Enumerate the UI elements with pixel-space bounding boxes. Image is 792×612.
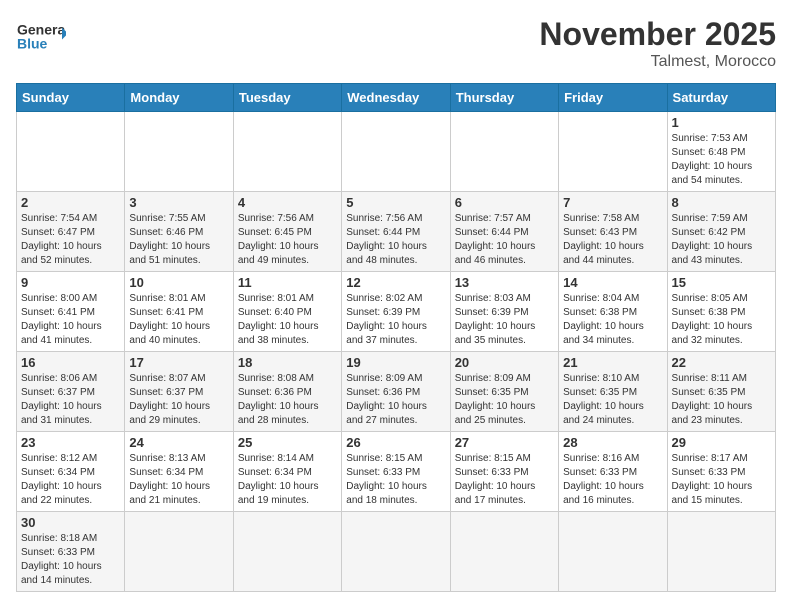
day-16: 16 Sunrise: 8:06 AM Sunset: 6:37 PM Dayl… <box>17 352 125 432</box>
day-empty-last-2 <box>233 512 341 592</box>
day-8: 8 Sunrise: 7:59 AM Sunset: 6:42 PM Dayli… <box>667 192 775 272</box>
svg-text:Blue: Blue <box>17 36 48 52</box>
location-subtitle: Talmest, Morocco <box>539 53 776 71</box>
logo-svg: General Blue <box>16 16 66 61</box>
day-11: 11 Sunrise: 8:01 AM Sunset: 6:40 PM Dayl… <box>233 272 341 352</box>
day-9: 9 Sunrise: 8:00 AM Sunset: 6:41 PM Dayli… <box>17 272 125 352</box>
day-25: 25 Sunrise: 8:14 AM Sunset: 6:34 PM Dayl… <box>233 432 341 512</box>
day-empty-2 <box>125 112 233 192</box>
day-empty-3 <box>233 112 341 192</box>
header-friday: Friday <box>559 84 667 112</box>
header-tuesday: Tuesday <box>233 84 341 112</box>
day-24: 24 Sunrise: 8:13 AM Sunset: 6:34 PM Dayl… <box>125 432 233 512</box>
calendar-table: Sunday Monday Tuesday Wednesday Thursday… <box>16 83 776 592</box>
day-2: 2 Sunrise: 7:54 AM Sunset: 6:47 PM Dayli… <box>17 192 125 272</box>
day-empty-last-4 <box>450 512 558 592</box>
day-21: 21 Sunrise: 8:10 AM Sunset: 6:35 PM Dayl… <box>559 352 667 432</box>
day-23: 23 Sunrise: 8:12 AM Sunset: 6:34 PM Dayl… <box>17 432 125 512</box>
calendar-week-6: 30 Sunrise: 8:18 AM Sunset: 6:33 PM Dayl… <box>17 512 776 592</box>
day-22: 22 Sunrise: 8:11 AM Sunset: 6:35 PM Dayl… <box>667 352 775 432</box>
day-empty-5 <box>450 112 558 192</box>
day-27: 27 Sunrise: 8:15 AM Sunset: 6:33 PM Dayl… <box>450 432 558 512</box>
day-empty-last-3 <box>342 512 450 592</box>
calendar-week-4: 16 Sunrise: 8:06 AM Sunset: 6:37 PM Dayl… <box>17 352 776 432</box>
day-7: 7 Sunrise: 7:58 AM Sunset: 6:43 PM Dayli… <box>559 192 667 272</box>
day-3: 3 Sunrise: 7:55 AM Sunset: 6:46 PM Dayli… <box>125 192 233 272</box>
day-4: 4 Sunrise: 7:56 AM Sunset: 6:45 PM Dayli… <box>233 192 341 272</box>
day-30: 30 Sunrise: 8:18 AM Sunset: 6:33 PM Dayl… <box>17 512 125 592</box>
calendar-week-2: 2 Sunrise: 7:54 AM Sunset: 6:47 PM Dayli… <box>17 192 776 272</box>
day-6: 6 Sunrise: 7:57 AM Sunset: 6:44 PM Dayli… <box>450 192 558 272</box>
day-10: 10 Sunrise: 8:01 AM Sunset: 6:41 PM Dayl… <box>125 272 233 352</box>
header-thursday: Thursday <box>450 84 558 112</box>
day-18: 18 Sunrise: 8:08 AM Sunset: 6:36 PM Dayl… <box>233 352 341 432</box>
header-wednesday: Wednesday <box>342 84 450 112</box>
day-12: 12 Sunrise: 8:02 AM Sunset: 6:39 PM Dayl… <box>342 272 450 352</box>
day-empty-6 <box>559 112 667 192</box>
day-17: 17 Sunrise: 8:07 AM Sunset: 6:37 PM Dayl… <box>125 352 233 432</box>
day-empty-last-5 <box>559 512 667 592</box>
header-sunday: Sunday <box>17 84 125 112</box>
day-19: 19 Sunrise: 8:09 AM Sunset: 6:36 PM Dayl… <box>342 352 450 432</box>
calendar-week-3: 9 Sunrise: 8:00 AM Sunset: 6:41 PM Dayli… <box>17 272 776 352</box>
day-14: 14 Sunrise: 8:04 AM Sunset: 6:38 PM Dayl… <box>559 272 667 352</box>
calendar-week-5: 23 Sunrise: 8:12 AM Sunset: 6:34 PM Dayl… <box>17 432 776 512</box>
day-empty-1 <box>17 112 125 192</box>
month-title: November 2025 <box>539 16 776 53</box>
weekday-header-row: Sunday Monday Tuesday Wednesday Thursday… <box>17 84 776 112</box>
day-20: 20 Sunrise: 8:09 AM Sunset: 6:35 PM Dayl… <box>450 352 558 432</box>
header-saturday: Saturday <box>667 84 775 112</box>
day-1: 1 Sunrise: 7:53 AM Sunset: 6:48 PM Dayli… <box>667 112 775 192</box>
day-28: 28 Sunrise: 8:16 AM Sunset: 6:33 PM Dayl… <box>559 432 667 512</box>
day-29: 29 Sunrise: 8:17 AM Sunset: 6:33 PM Dayl… <box>667 432 775 512</box>
day-empty-last-1 <box>125 512 233 592</box>
header-monday: Monday <box>125 84 233 112</box>
day-13: 13 Sunrise: 8:03 AM Sunset: 6:39 PM Dayl… <box>450 272 558 352</box>
day-15: 15 Sunrise: 8:05 AM Sunset: 6:38 PM Dayl… <box>667 272 775 352</box>
day-empty-4 <box>342 112 450 192</box>
page-header: General Blue November 2025 Talmest, Moro… <box>16 16 776 71</box>
day-26: 26 Sunrise: 8:15 AM Sunset: 6:33 PM Dayl… <box>342 432 450 512</box>
day-5: 5 Sunrise: 7:56 AM Sunset: 6:44 PM Dayli… <box>342 192 450 272</box>
day-empty-last-6 <box>667 512 775 592</box>
title-section: November 2025 Talmest, Morocco <box>539 16 776 71</box>
logo: General Blue <box>16 16 66 61</box>
calendar-week-1: 1 Sunrise: 7:53 AM Sunset: 6:48 PM Dayli… <box>17 112 776 192</box>
